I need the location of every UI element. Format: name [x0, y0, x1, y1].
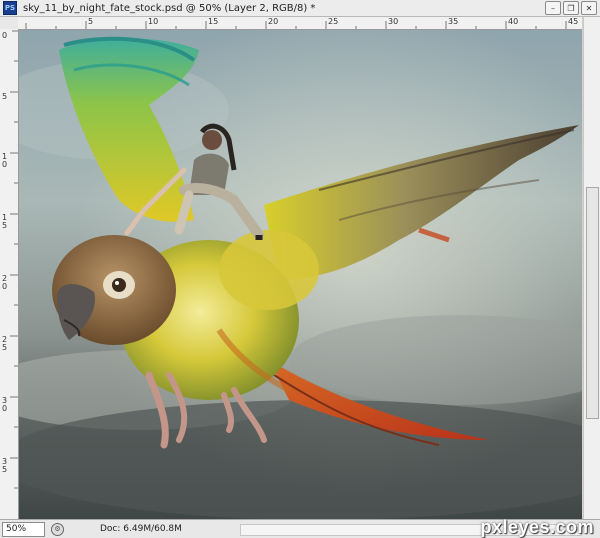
title-bar: PS sky_11_by_night_fate_stock.psd @ 50% … [0, 0, 600, 17]
ruler-label: 30 [388, 17, 399, 26]
ruler-label: 1 0 [2, 152, 8, 169]
ruler-label: 5 [88, 17, 94, 26]
vertical-ruler[interactable]: 0 5 1 0 1 5 2 0 2 5 3 0 3 5 [0, 29, 19, 519]
close-button[interactable]: ✕ [581, 1, 597, 15]
ruler-label: 2 5 [2, 335, 8, 352]
window-controls: – ❐ ✕ [545, 1, 597, 15]
ruler-label: 2 0 [2, 274, 8, 291]
ruler-label: 15 [208, 17, 219, 26]
scroll-thumb[interactable] [586, 187, 599, 419]
restore-button[interactable]: ❐ [563, 1, 579, 15]
photoshop-icon: PS [3, 1, 17, 15]
horizontal-ruler[interactable]: 5 10 15 20 25 30 35 40 45 [18, 17, 582, 30]
ruler-label: 1 5 [2, 213, 8, 230]
ruler-label: 35 [448, 17, 459, 26]
ruler-label: 10 [148, 17, 159, 26]
ruler-label: 25 [328, 17, 339, 26]
zoom-field[interactable]: 50% [2, 521, 45, 537]
document-canvas[interactable] [19, 30, 582, 519]
vertical-scrollbar[interactable] [583, 17, 600, 519]
status-bar: 50% ⚙ Doc: 6.49M/60.8M pxleyes.com [0, 517, 600, 538]
ruler-label: 40 [508, 17, 519, 26]
ruler-label: 45 [568, 17, 579, 26]
document-title: sky_11_by_night_fate_stock.psd @ 50% (La… [23, 2, 316, 14]
status-info-icon[interactable]: ⚙ [51, 522, 64, 536]
ruler-label: 3 0 [2, 396, 8, 413]
ruler-label: 20 [268, 17, 279, 26]
ruler-label: 3 5 [2, 457, 8, 474]
ruler-ticks [25, 21, 567, 29]
artwork [19, 30, 582, 519]
ruler-label: 0 [2, 31, 8, 40]
watermark: pxleyes.com [480, 517, 594, 537]
minimize-button[interactable]: – [545, 1, 561, 15]
ruler-label: 5 [2, 92, 8, 101]
